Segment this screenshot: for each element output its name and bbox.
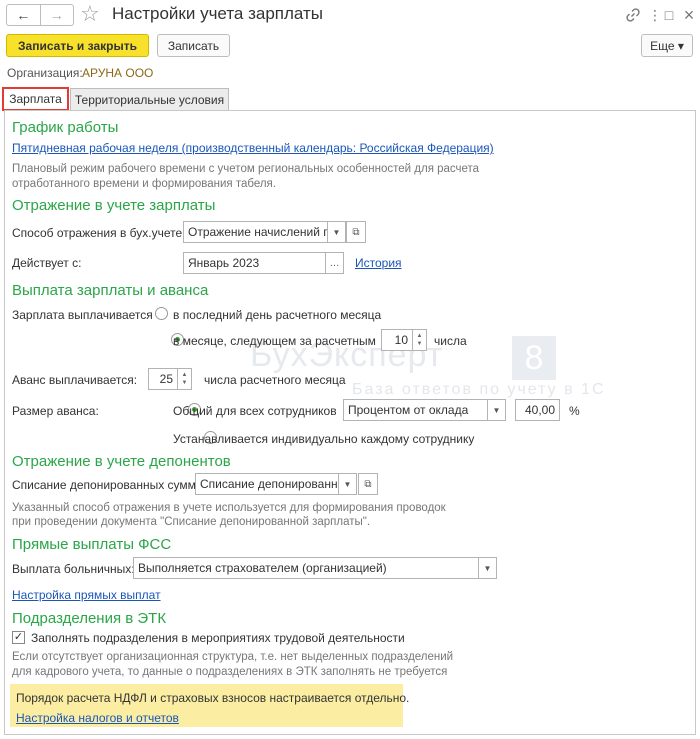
link-icon[interactable] — [624, 6, 642, 24]
watermark-tagline: База ответов по учету в 1С — [352, 381, 606, 398]
etk-heading: Подразделения в ЭТК — [12, 610, 167, 627]
maximize-icon[interactable]: □ — [660, 6, 678, 24]
payment-day-suffix: числа — [434, 334, 467, 348]
deponents-note-2: при проведении документа "Списание депон… — [12, 516, 371, 528]
sick-pay-field[interactable]: Выполняется страхователем (организацией) — [133, 557, 479, 579]
advance-day-suffix: числа расчетного месяца — [204, 373, 346, 387]
payment-day-stepper[interactable]: ▲ ▼ — [413, 329, 427, 351]
organization-value[interactable]: АРУНА ООО — [82, 66, 153, 80]
deponents-heading: Отражение в учете депонентов — [12, 453, 231, 470]
history-link[interactable]: История — [355, 256, 402, 270]
open-form-icon[interactable]: ⧉ — [346, 221, 366, 243]
work-calendar-link[interactable]: Пятидневная рабочая неделя (производстве… — [12, 141, 494, 155]
accounting-method-label: Способ отражения в бух.учете: — [12, 226, 186, 240]
direct-payments-settings-link[interactable]: Настройка прямых выплат — [12, 588, 161, 602]
advance-paid-label: Аванс выплачивается: — [12, 373, 138, 387]
save-button[interactable]: Записать — [157, 34, 230, 57]
tax-settings-link[interactable]: Настройка налогов и отчетов — [16, 711, 179, 725]
tab-salary[interactable]: Зарплата — [2, 87, 69, 111]
advance-percent-field[interactable]: 40,00 — [515, 399, 560, 421]
advance-size-label: Размер аванса: — [12, 404, 99, 418]
back-arrow-icon[interactable]: ← — [7, 5, 40, 25]
option-next-month-label: в месяце, следующем за расчетным — [173, 334, 376, 348]
tab-territorial-conditions[interactable]: Территориальные условия — [70, 88, 229, 111]
write-off-label: Списание депонированных сумм: — [12, 478, 200, 492]
deponents-note-1: Указанный способ отражения в учете испол… — [12, 502, 446, 514]
select-period-icon[interactable]: … — [326, 252, 344, 274]
effective-date-label: Действует с: — [12, 256, 82, 270]
etk-note-2: для кадрового учета, то данные о подразд… — [12, 666, 448, 678]
more-button[interactable]: Еще ▾ — [641, 34, 693, 57]
work-schedule-note-2: отработанного времени и формирования таб… — [12, 178, 276, 190]
payment-heading: Выплата зарплаты и аванса — [12, 282, 209, 299]
accounting-heading: Отражение в учете зарплаты — [12, 197, 216, 214]
watermark-logo: 8 — [512, 336, 556, 380]
chevron-down-icon[interactable]: ▼ — [339, 473, 357, 495]
advance-day-field[interactable]: 25 — [148, 368, 178, 390]
forward-arrow-icon[interactable]: → — [39, 5, 74, 25]
etk-checkbox-label: Заполнять подразделения в мероприятиях т… — [31, 631, 405, 645]
option-common-label: Общий для всех сотрудников — [173, 404, 337, 418]
work-schedule-heading: График работы — [12, 119, 119, 136]
option-last-day-label: в последний день расчетного месяца — [173, 308, 382, 322]
favorite-star-icon[interactable]: ☆ — [80, 2, 100, 26]
sick-pay-label: Выплата больничных: — [12, 562, 135, 576]
work-schedule-note-1: Плановый режим рабочего времени с учетом… — [12, 163, 480, 175]
tax-hint-text: Порядок расчета НДФЛ и страховых взносов… — [16, 691, 410, 705]
advance-day-stepper[interactable]: ▲ ▼ — [178, 368, 192, 390]
radio-last-day[interactable] — [155, 307, 168, 320]
effective-date-field[interactable]: Январь 2023 — [183, 252, 326, 274]
close-icon[interactable]: × — [680, 5, 698, 25]
open-form-icon[interactable]: ⧉ — [358, 473, 378, 495]
chevron-down-icon[interactable]: ▼ — [328, 221, 346, 243]
fss-heading: Прямые выплаты ФСС — [12, 536, 172, 553]
chevron-down-icon[interactable]: ▼ — [488, 399, 506, 421]
window-title: Настройки учета зарплаты — [112, 4, 324, 23]
accounting-method-field[interactable]: Отражение начислений по — [183, 221, 328, 243]
option-individual-label: Устанавливается индивидуально каждому со… — [173, 432, 475, 446]
organization-label: Организация: — [7, 66, 83, 80]
title-bar: ← → ☆ Настройки учета зарплаты ⋮ □ × — [0, 0, 700, 30]
etk-checkbox[interactable]: ✓ — [12, 631, 25, 644]
advance-method-field[interactable]: Процентом от оклада — [343, 399, 488, 421]
nav-buttons: ← → — [6, 4, 74, 26]
save-and-close-button[interactable]: Записать и закрыть — [6, 34, 149, 57]
etk-note-1: Если отсутствует организационная структу… — [12, 651, 454, 663]
salary-paid-label: Зарплата выплачивается — [12, 308, 153, 322]
payment-day-field[interactable]: 10 — [381, 329, 413, 351]
percent-sign: % — [569, 404, 580, 418]
chevron-down-icon[interactable]: ▼ — [479, 557, 497, 579]
write-off-field[interactable]: Списание депонированно — [195, 473, 339, 495]
